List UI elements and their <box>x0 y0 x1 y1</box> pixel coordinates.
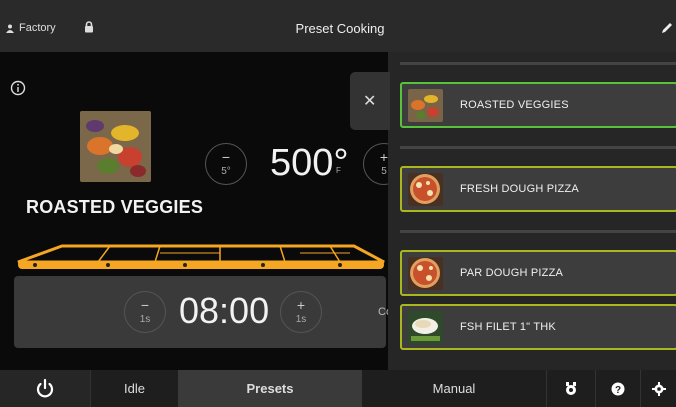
nav-idle[interactable]: Idle <box>91 370 178 407</box>
cleaning-button[interactable] <box>547 370 595 407</box>
nav-presets[interactable]: Presets <box>178 370 362 407</box>
time-decrease-button[interactable]: − 1s <box>124 291 166 333</box>
preset-item-label: FRESH DOUGH PIZZA <box>460 183 579 195</box>
list-divider <box>400 230 676 233</box>
preset-item-fsh-filet[interactable]: FSH FILET 1" THK <box>400 304 676 350</box>
time-increase-button[interactable]: + 1s <box>280 291 322 333</box>
pencil-icon[interactable] <box>660 21 674 35</box>
list-divider <box>400 62 676 65</box>
help-icon: ? <box>611 382 625 396</box>
oven-rack-graphic <box>17 244 385 269</box>
temperature-decrease-button[interactable]: − 5° <box>205 143 247 185</box>
time-step-label: 1s <box>139 314 151 325</box>
svg-text:?: ? <box>615 385 621 396</box>
temperature-value: 500° <box>270 142 349 184</box>
settings-button[interactable] <box>641 370 676 407</box>
preset-item-label: ROASTED VEGGIES <box>460 99 569 111</box>
minus-icon: − <box>140 297 150 313</box>
settings-icon <box>651 382 666 396</box>
preset-item-roasted-veggies[interactable]: ROASTED VEGGIES <box>400 82 676 128</box>
preset-thumbnail <box>408 257 443 290</box>
close-icon: ✕ <box>363 93 377 110</box>
time-step-label-plus: 1s <box>295 314 307 325</box>
top-bar: Factory Preset Cooking <box>0 0 676 52</box>
preset-item-label: FSH FILET 1" THK <box>460 321 556 333</box>
minus-icon: − <box>221 149 231 165</box>
help-button[interactable]: ? <box>596 370 640 407</box>
temperature-step-label: 5° <box>221 166 231 177</box>
list-divider <box>400 146 676 149</box>
page-title: Preset Cooking <box>295 21 385 36</box>
power-button[interactable] <box>0 370 90 407</box>
temperature-unit: F <box>336 166 341 175</box>
nav-manual[interactable]: Manual <box>362 370 546 407</box>
preset-item-fresh-dough-pizza[interactable]: FRESH DOUGH PIZZA <box>400 166 676 212</box>
preset-thumbnail <box>408 89 443 122</box>
close-panel-button[interactable]: ✕ <box>350 72 390 130</box>
plus-icon: + <box>296 297 306 313</box>
preset-thumbnail <box>408 173 443 206</box>
info-icon[interactable] <box>10 80 26 96</box>
preset-image <box>80 111 151 182</box>
power-icon <box>36 378 54 398</box>
preset-item-label: PAR DOUGH PIZZA <box>460 267 564 279</box>
preset-name: ROASTED VEGGIES <box>26 197 204 217</box>
preset-thumbnail <box>408 311 443 344</box>
bottom-nav: Idle Presets Manual ? <box>0 370 676 407</box>
cleaning-icon <box>566 382 576 395</box>
preset-item-par-dough-pizza[interactable]: PAR DOUGH PIZZA <box>400 250 676 296</box>
time-value: 08:00 <box>179 290 270 331</box>
